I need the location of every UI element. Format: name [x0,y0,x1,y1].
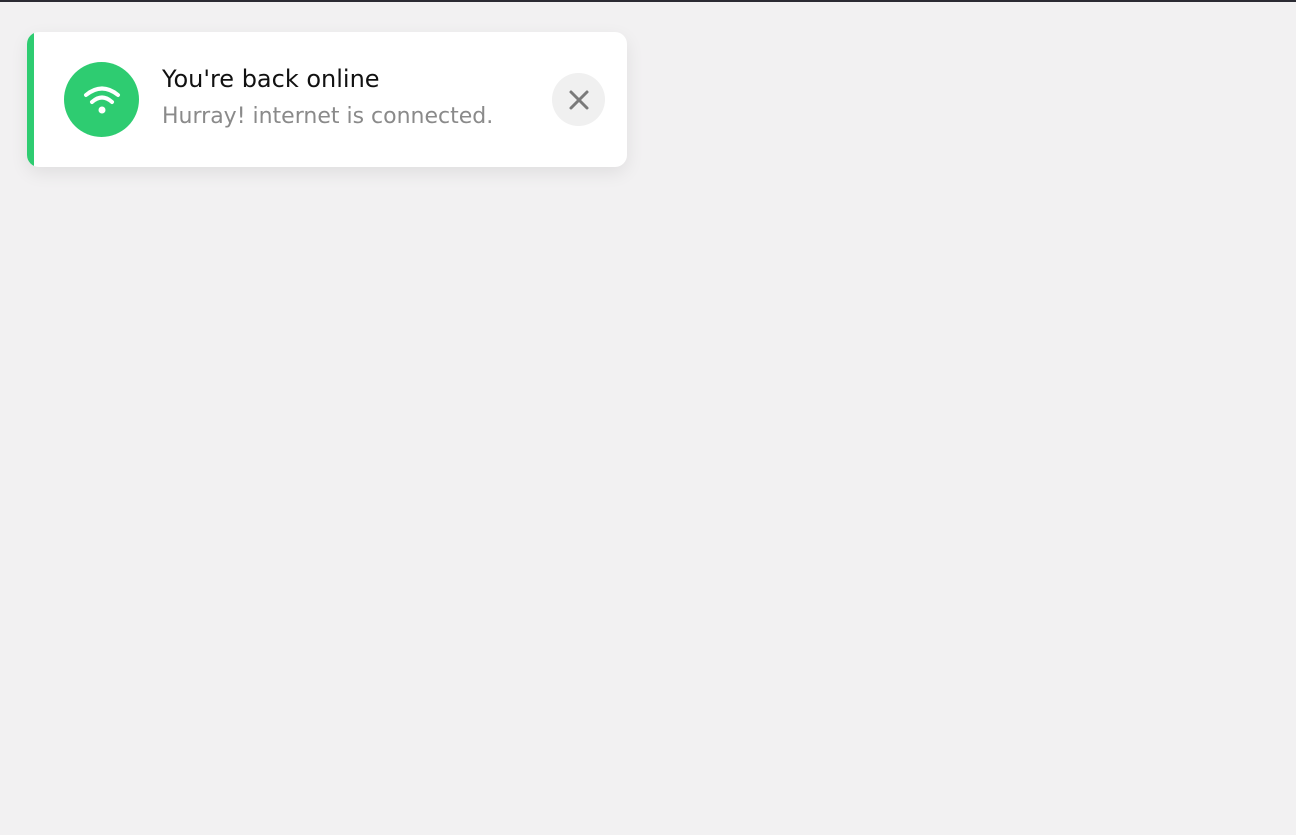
toast-accent-bar [27,32,34,167]
toast-message: Hurray! internet is connected. [162,104,494,129]
window-top-border [0,0,1296,2]
close-icon [569,90,588,109]
close-button[interactable] [552,73,605,126]
wifi-icon [64,62,139,137]
online-toast: You're back online Hurray! internet is c… [27,32,627,167]
toast-title: You're back online [162,65,380,93]
